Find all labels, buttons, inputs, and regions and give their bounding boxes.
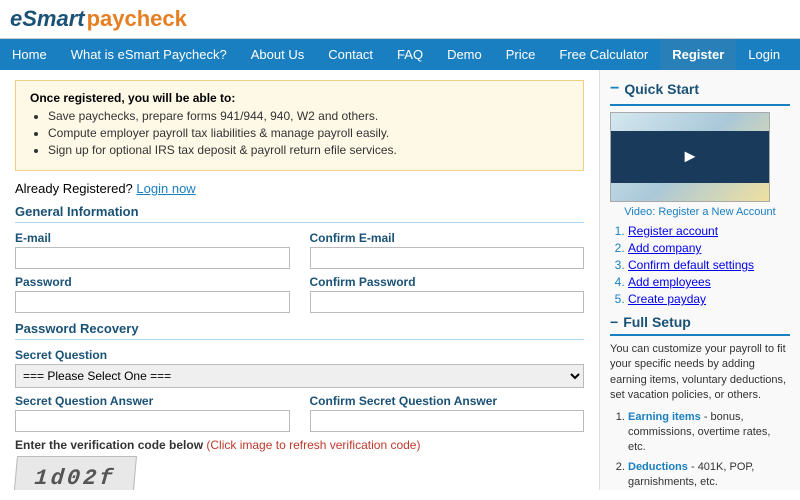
nav-register[interactable]: Register xyxy=(660,39,736,70)
info-intro: Once registered, you will be able to: xyxy=(30,91,569,105)
full-setup-item-2-name: Deductions xyxy=(628,461,688,473)
email-group: E-mail xyxy=(15,231,290,269)
play-icon: ► xyxy=(681,146,699,167)
confirm-email-input[interactable] xyxy=(310,247,585,269)
email-row: E-mail Confirm E-mail xyxy=(15,231,584,269)
confirm-secret-answer-input[interactable] xyxy=(310,410,585,432)
quick-start-list: Register account Add company Confirm def… xyxy=(628,224,790,306)
confirm-email-label: Confirm E-mail xyxy=(310,231,585,245)
main-nav: Home What is eSmart Paycheck? About Us C… xyxy=(0,39,800,70)
nav-free-calculator[interactable]: Free Calculator xyxy=(547,39,660,70)
quick-step-4: Add employees xyxy=(628,275,790,289)
video-thumbnail[interactable]: ► xyxy=(610,112,770,202)
full-setup-desc: You can customize your payroll to fit yo… xyxy=(610,342,790,404)
secret-answer-row: Secret Question Answer Confirm Secret Qu… xyxy=(15,394,584,432)
info-bullet-3: Sign up for optional IRS tax deposit & p… xyxy=(48,143,569,157)
confirm-secret-answer-label: Confirm Secret Question Answer xyxy=(310,394,585,408)
confirm-secret-answer-group: Confirm Secret Question Answer xyxy=(310,394,585,432)
secret-question-select[interactable]: === Please Select One === Mother's maide… xyxy=(15,364,584,388)
login-now-link[interactable]: Login now xyxy=(136,181,195,196)
quick-step-4-link[interactable]: Add employees xyxy=(628,275,711,289)
nav-about-us[interactable]: About Us xyxy=(239,39,316,70)
nav-login[interactable]: Login xyxy=(736,39,792,70)
quick-step-2-link[interactable]: Add company xyxy=(628,241,701,255)
quick-step-1-link[interactable]: Register account xyxy=(628,224,718,238)
info-box: Once registered, you will be able to: Sa… xyxy=(15,80,584,171)
password-label: Password xyxy=(15,275,290,289)
nav-home[interactable]: Home xyxy=(0,39,59,70)
logo-esmart: eSmart xyxy=(10,6,85,32)
password-row: Password Confirm Password xyxy=(15,275,584,313)
password-recovery-title: Password Recovery xyxy=(15,321,584,340)
quick-start-header: − Quick Start xyxy=(610,80,790,98)
video-inner: ► xyxy=(611,131,769,184)
full-setup-item-1-name: Earning items xyxy=(628,411,701,423)
quick-start-title-text: Quick Start xyxy=(624,81,699,97)
logo: eSmart paycheck xyxy=(10,6,187,32)
password-input[interactable] xyxy=(15,291,290,313)
nav-contact[interactable]: Contact xyxy=(316,39,385,70)
confirm-password-group: Confirm Password xyxy=(310,275,585,313)
full-setup-item-1: Earning items - bonus, commissions, over… xyxy=(628,410,790,456)
email-input[interactable] xyxy=(15,247,290,269)
quick-step-3: Confirm default settings xyxy=(628,258,790,272)
secret-answer-label: Secret Question Answer xyxy=(15,394,290,408)
secret-answer-group: Secret Question Answer xyxy=(15,394,290,432)
full-setup-collapse[interactable]: − xyxy=(610,314,618,330)
quick-step-2: Add company xyxy=(628,241,790,255)
already-registered: Already Registered? Login now xyxy=(15,181,584,196)
full-setup-list: Earning items - bonus, commissions, over… xyxy=(628,410,790,490)
nav-what-is[interactable]: What is eSmart Paycheck? xyxy=(59,39,239,70)
quick-step-3-link[interactable]: Confirm default settings xyxy=(628,258,754,272)
secret-question-label: Secret Question xyxy=(15,348,584,362)
main-layout: Once registered, you will be able to: Sa… xyxy=(0,70,800,490)
full-setup-header: − Full Setup xyxy=(610,314,790,330)
video-caption: Video: Register a New Account xyxy=(610,206,790,218)
verify-text: Enter the verification code below xyxy=(15,438,203,452)
info-bullet-2: Compute employer payroll tax liabilities… xyxy=(48,126,569,140)
confirm-password-input[interactable] xyxy=(310,291,585,313)
full-setup-divider xyxy=(610,334,790,336)
quick-step-1: Register account xyxy=(628,224,790,238)
confirm-email-group: Confirm E-mail xyxy=(310,231,585,269)
verify-click-hint: (Click image to refresh verification cod… xyxy=(206,438,420,452)
header: eSmart paycheck xyxy=(0,0,800,39)
quick-start-collapse[interactable]: − xyxy=(610,80,619,98)
password-group: Password xyxy=(15,275,290,313)
nav-faq[interactable]: FAQ xyxy=(385,39,435,70)
info-bullets: Save paychecks, prepare forms 941/944, 9… xyxy=(48,109,569,157)
nav-price[interactable]: Price xyxy=(494,39,548,70)
general-info-title: General Information xyxy=(15,204,584,223)
nav-demo[interactable]: Demo xyxy=(435,39,494,70)
verify-label: Enter the verification code below (Click… xyxy=(15,438,584,452)
captcha-image[interactable]: 1d02f xyxy=(13,456,137,490)
left-panel: Once registered, you will be able to: Sa… xyxy=(0,70,600,490)
info-bullet-1: Save paychecks, prepare forms 941/944, 9… xyxy=(48,109,569,123)
confirm-password-label: Confirm Password xyxy=(310,275,585,289)
logo-paycheck: paycheck xyxy=(87,6,187,32)
email-label: E-mail xyxy=(15,231,290,245)
quick-start-divider xyxy=(610,104,790,106)
right-panel: − Quick Start ► Video: Register a New Ac… xyxy=(600,70,800,490)
quick-step-5: Create payday xyxy=(628,292,790,306)
already-registered-label: Already Registered? xyxy=(15,181,133,196)
full-setup-title-text: Full Setup xyxy=(623,314,691,330)
secret-answer-input[interactable] xyxy=(15,410,290,432)
full-setup-item-2: Deductions - 401K, POP, garnishments, et… xyxy=(628,460,790,490)
quick-step-5-link[interactable]: Create payday xyxy=(628,292,706,306)
